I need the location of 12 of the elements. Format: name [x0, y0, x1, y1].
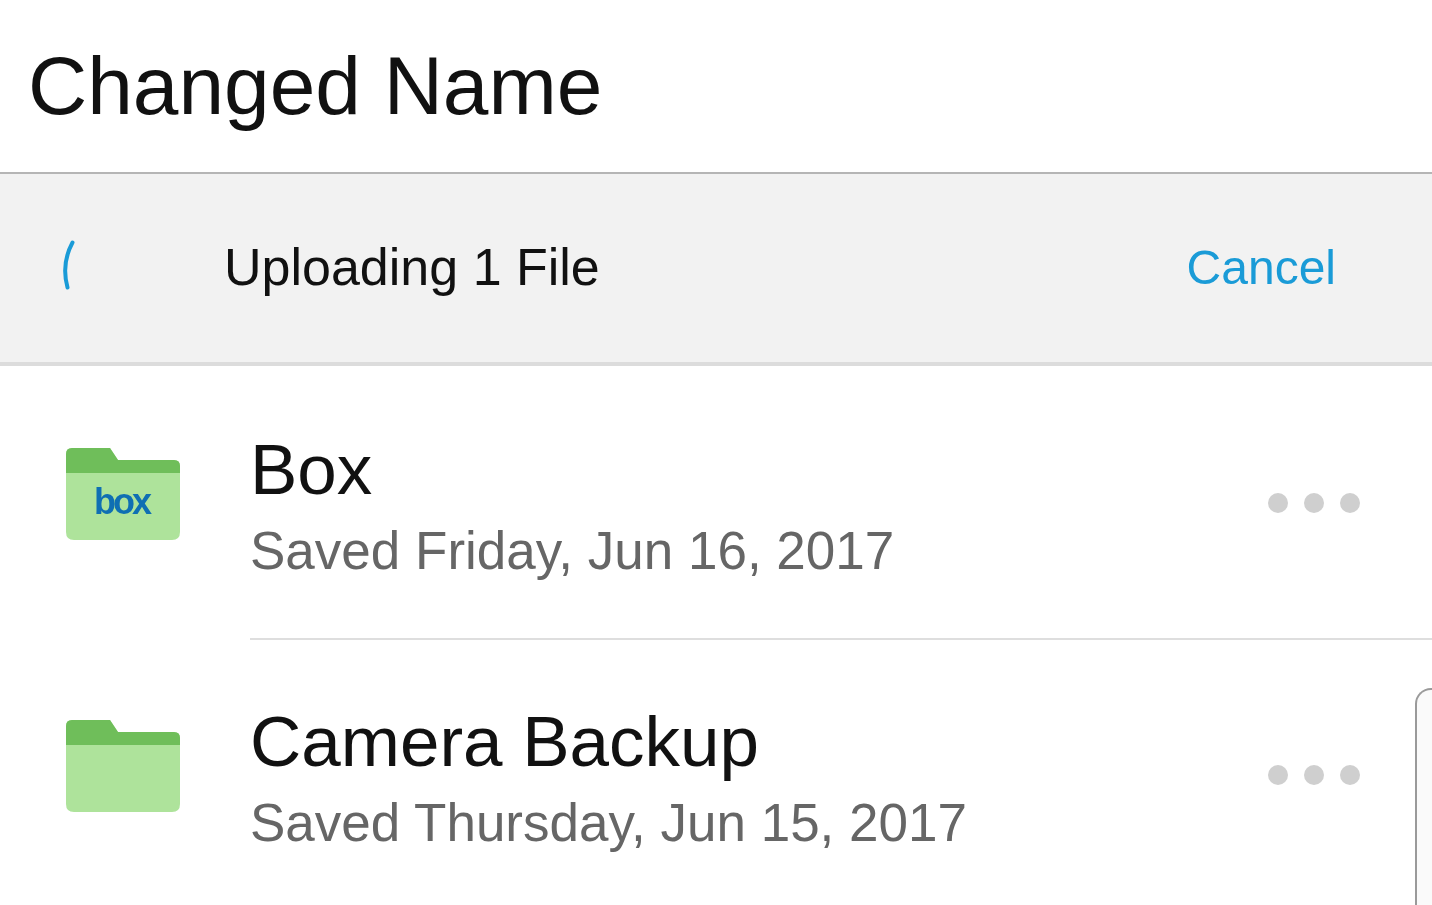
folder-name[interactable]: Camera Backup: [250, 702, 760, 782]
folder-name[interactable]: Box: [250, 430, 373, 510]
folder-logo-text: box: [94, 484, 149, 520]
spinner-icon: [61, 240, 75, 290]
folder-icon: [66, 720, 180, 812]
saved-date: Saved Thursday, Jun 15, 2017: [250, 792, 967, 854]
page-title: Changed Name: [28, 40, 603, 132]
more-icon[interactable]: [1268, 765, 1360, 785]
more-icon[interactable]: [1268, 493, 1360, 513]
saved-date: Saved Friday, Jun 16, 2017: [250, 520, 895, 582]
folder-icon: [66, 448, 180, 540]
upload-status: Uploading 1 File: [224, 238, 601, 298]
